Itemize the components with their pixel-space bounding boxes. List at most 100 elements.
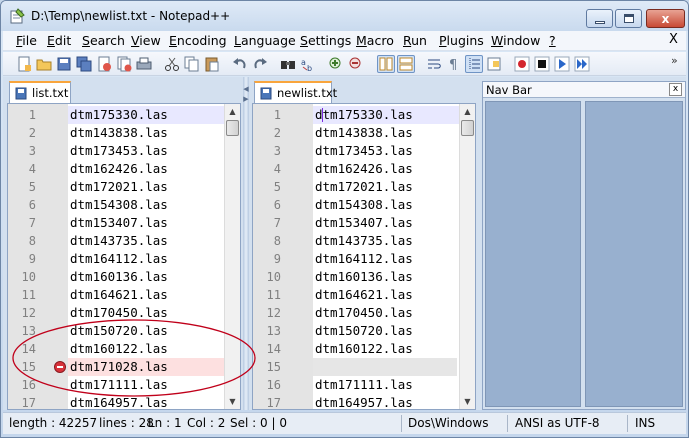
line-text[interactable]: dtm153407.las <box>315 214 413 232</box>
editor-line[interactable]: 5 dtm172021.las <box>8 178 240 196</box>
line-text[interactable]: dtm143838.las <box>70 124 168 142</box>
menu-help[interactable]: ? <box>549 33 556 48</box>
line-text[interactable]: dtm170450.las <box>315 304 413 322</box>
line-text[interactable]: dtm162426.las <box>315 160 413 178</box>
word-wrap-icon[interactable] <box>425 55 443 73</box>
menu-file[interactable]: File <box>16 33 37 48</box>
editor-line[interactable]: 8 dtm143735.las <box>253 232 475 250</box>
redo-icon[interactable] <box>251 55 269 73</box>
line-text[interactable]: dtm153407.las <box>70 214 168 232</box>
editor-line[interactable]: 4 dtm162426.las <box>253 160 475 178</box>
editor-line[interactable]: 5 dtm172021.las <box>253 178 475 196</box>
print-icon[interactable] <box>135 55 153 73</box>
editor-line[interactable]: 2 dtm143838.las <box>8 124 240 142</box>
run-macro-multiple-icon[interactable] <box>573 55 591 73</box>
line-text[interactable]: dtm173453.las <box>315 142 413 160</box>
line-text[interactable]: dtm164112.las <box>70 250 168 268</box>
splitter-left-arrow-icon[interactable]: ◀ <box>243 85 249 93</box>
line-text[interactable]: dtm143838.las <box>315 124 413 142</box>
status-insert-mode[interactable]: INS <box>635 413 655 434</box>
line-text[interactable]: dtm175330.las <box>315 106 413 124</box>
show-all-chars-icon[interactable]: ¶ <box>445 55 463 73</box>
status-eol-format[interactable]: Dos\Windows <box>408 413 488 434</box>
editor-line[interactable]: 16 dtm171111.las <box>8 376 240 394</box>
status-encoding[interactable]: ANSI as UTF-8 <box>515 413 600 434</box>
line-text[interactable]: dtm150720.las <box>315 322 413 340</box>
title-bar[interactable]: D:\Temp\newlist.txt - Notepad++ x <box>1 1 688 31</box>
editor-line[interactable]: 10 dtm160136.las <box>253 268 475 286</box>
line-text[interactable]: dtm150720.las <box>70 322 168 340</box>
right-editor[interactable]: 1 dtm175330.las 2 dtm143838.las 3 dtm173453.l… <box>252 103 476 410</box>
editor-line[interactable]: 17 dtm164957.las <box>8 394 240 409</box>
scroll-up-icon[interactable]: ▲ <box>225 104 240 119</box>
line-text[interactable]: dtm164957.las <box>70 394 168 409</box>
save-icon[interactable] <box>55 55 73 73</box>
scroll-down-icon[interactable]: ▼ <box>225 394 240 409</box>
editor-line[interactable]: 13 dtm150720.las <box>8 322 240 340</box>
editor-line[interactable]: 6 dtm154308.las <box>8 196 240 214</box>
cut-icon[interactable] <box>163 55 181 73</box>
open-file-icon[interactable] <box>35 55 53 73</box>
zoom-in-icon[interactable] <box>327 55 345 73</box>
left-scrollbar[interactable]: ▲ ▼ <box>224 104 240 409</box>
editor-line[interactable]: 16 dtm171111.las <box>253 376 475 394</box>
line-text[interactable]: dtm173453.las <box>70 142 168 160</box>
editor-line[interactable]: 11 dtm164621.las <box>8 286 240 304</box>
menu-settings[interactable]: Settings <box>300 33 351 48</box>
splitter-right-arrow-icon[interactable]: ▶ <box>243 95 249 103</box>
menu-edit[interactable]: Edit <box>47 33 71 48</box>
indent-guide-icon[interactable] <box>465 55 483 73</box>
line-text[interactable]: dtm164112.las <box>315 250 413 268</box>
editor-line[interactable]: 9 dtm164112.las <box>8 250 240 268</box>
editor-line[interactable]: 6 dtm154308.las <box>253 196 475 214</box>
scroll-down-icon[interactable]: ▼ <box>460 394 475 409</box>
nav-pane-left[interactable] <box>485 101 581 407</box>
line-text[interactable]: dtm171028.las <box>70 358 168 376</box>
menu-search[interactable]: Search <box>82 33 125 48</box>
scroll-up-icon[interactable]: ▲ <box>460 104 475 119</box>
save-all-icon[interactable] <box>75 55 93 73</box>
editor-line[interactable]: 15 dtm171028.las <box>8 358 240 376</box>
close-icon[interactable]: x <box>669 83 682 96</box>
close-all-icon[interactable] <box>115 55 133 73</box>
line-text[interactable]: dtm154308.las <box>70 196 168 214</box>
menu-view[interactable]: View <box>131 33 161 48</box>
stop-macro-icon[interactable] <box>533 55 551 73</box>
paste-icon[interactable] <box>203 55 221 73</box>
line-text[interactable]: dtm171111.las <box>315 376 413 394</box>
editor-line[interactable]: 9 dtm164112.las <box>253 250 475 268</box>
line-text[interactable]: dtm143735.las <box>70 232 168 250</box>
editor-line[interactable]: 14 dtm160122.las <box>253 340 475 358</box>
minimize-button[interactable] <box>586 9 613 28</box>
find-icon[interactable] <box>279 55 297 73</box>
copy-icon[interactable] <box>183 55 201 73</box>
close-document-button[interactable]: X <box>669 32 678 47</box>
line-text[interactable]: dtm172021.las <box>315 178 413 196</box>
undo-icon[interactable] <box>231 55 249 73</box>
tab-newlist-txt[interactable]: newlist.txt <box>254 81 337 103</box>
editor-line[interactable]: 1 dtm175330.las <box>253 106 475 124</box>
menu-encoding[interactable]: Encoding <box>169 33 227 48</box>
editor-line[interactable]: 3 dtm173453.las <box>8 142 240 160</box>
toolbar-overflow-button[interactable]: » <box>671 54 678 67</box>
editor-line[interactable]: 13 dtm150720.las <box>253 322 475 340</box>
close-file-icon[interactable] <box>95 55 113 73</box>
line-text[interactable]: dtm160122.las <box>315 340 413 358</box>
line-text[interactable]: dtm162426.las <box>70 160 168 178</box>
notepad-app-icon[interactable] <box>9 8 25 24</box>
scroll-thumb[interactable] <box>461 120 474 136</box>
line-text[interactable]: dtm164957.las <box>315 394 413 409</box>
replace-icon[interactable]: ab <box>299 55 317 73</box>
line-text[interactable]: dtm170450.las <box>70 304 168 322</box>
line-text[interactable]: dtm171111.las <box>70 376 168 394</box>
close-window-button[interactable]: x <box>646 9 685 28</box>
line-text[interactable]: dtm172021.las <box>70 178 168 196</box>
line-text[interactable]: dtm164621.las <box>315 286 413 304</box>
editor-line[interactable]: 12 dtm170450.las <box>253 304 475 322</box>
menu-macro[interactable]: Macro <box>356 33 394 48</box>
line-text[interactable]: dtm160136.las <box>70 268 168 286</box>
scroll-thumb[interactable] <box>226 120 239 136</box>
menu-window[interactable]: Window <box>491 33 540 48</box>
line-text[interactable]: dtm154308.las <box>315 196 413 214</box>
editor-line[interactable]: 17 dtm164957.las <box>253 394 475 409</box>
